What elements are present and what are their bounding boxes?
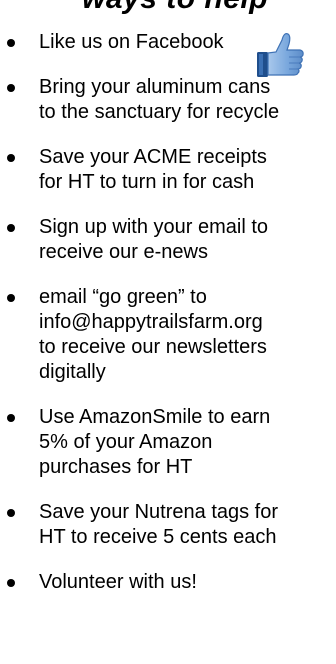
item-line: Bring your aluminum cans bbox=[39, 76, 271, 98]
help-list: Like us on Facebook Bring your aluminum … bbox=[0, 30, 336, 615]
bullet-icon bbox=[7, 414, 15, 422]
item-line: Save your Nutrena tags for bbox=[39, 501, 279, 523]
thumbs-up-icon[interactable] bbox=[256, 30, 306, 78]
item-line: to the sanctuary for recycle bbox=[39, 101, 280, 123]
bullet-icon bbox=[7, 84, 15, 92]
list-item-aluminum-cans: Bring your aluminum cans to the sanctuar… bbox=[0, 75, 336, 125]
item-line: to receive our newsletters bbox=[39, 336, 267, 358]
item-line: Save your ACME receipts bbox=[39, 146, 267, 168]
bullet-icon bbox=[7, 579, 15, 587]
bullet-icon bbox=[7, 509, 15, 517]
item-line: Use AmazonSmile to earn bbox=[39, 406, 271, 428]
ways-to-help-page: ways to help Like us on Facebook bbox=[0, 0, 336, 664]
list-item-email-signup: Sign up with your email to receive our e… bbox=[0, 215, 336, 265]
item-line: 5% of your Amazon bbox=[39, 431, 213, 453]
item-line: receive our e-news bbox=[39, 241, 208, 263]
item-line: HT to receive 5 cents each bbox=[39, 526, 277, 548]
list-item-nutrena-tags: Save your Nutrena tags for HT to receive… bbox=[0, 500, 336, 550]
list-item-go-green: email “go green” to info@happytrailsfarm… bbox=[0, 285, 336, 385]
list-item-volunteer: Volunteer with us! bbox=[0, 570, 336, 595]
bullet-icon bbox=[7, 294, 15, 302]
item-line: email “go green” to bbox=[39, 286, 207, 308]
bullet-icon bbox=[7, 39, 15, 47]
item-line: for HT to turn in for cash bbox=[39, 171, 255, 193]
item-line: Sign up with your email to bbox=[39, 216, 269, 238]
email-link[interactable]: info@happytrailsfarm.org bbox=[39, 310, 336, 335]
bullet-icon bbox=[7, 224, 15, 232]
page-heading: ways to help bbox=[82, 0, 268, 16]
item-line: digitally bbox=[39, 361, 106, 383]
item-line: purchases for HT bbox=[39, 456, 193, 478]
item-line: Volunteer with us! bbox=[39, 571, 197, 593]
list-item-amazonsmile: Use AmazonSmile to earn 5% of your Amazo… bbox=[0, 405, 336, 480]
bullet-icon bbox=[7, 154, 15, 162]
list-item-acme-receipts: Save your ACME receipts for HT to turn i… bbox=[0, 145, 336, 195]
list-item-facebook: Like us on Facebook bbox=[0, 30, 336, 77]
